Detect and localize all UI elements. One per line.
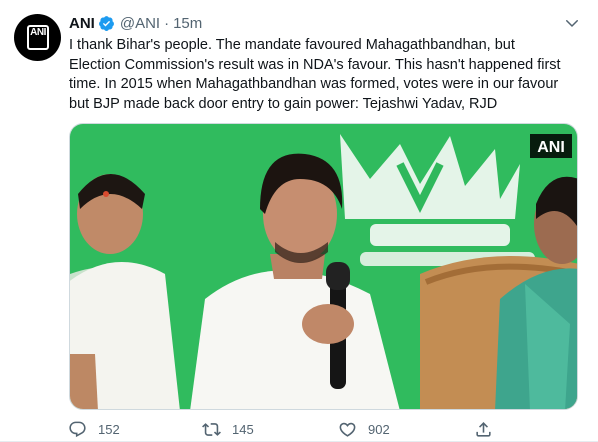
caret-down-icon[interactable] (563, 14, 581, 32)
retweet-button[interactable]: 145 (202, 420, 254, 439)
action-bar: 152 145 902 (60, 420, 580, 442)
like-count: 902 (368, 422, 390, 437)
author-handle[interactable]: @ANI (120, 15, 160, 32)
like-icon (339, 422, 356, 437)
author-name[interactable]: ANI (69, 15, 95, 32)
retweet-count: 145 (232, 422, 254, 437)
share-icon (476, 422, 491, 437)
tweet[interactable]: ANI ANI @ANI · 15m I thank Bihar's peopl… (0, 0, 598, 442)
avatar-logo-text: ANI (30, 27, 46, 38)
header-separator: · (164, 14, 170, 32)
tweet-text-line: I thank Bihar's people. The mandate favo… (69, 37, 515, 53)
tweet-text-line: time. In 2015 when Mahagathbandhan was f… (69, 76, 559, 92)
reply-button[interactable]: 152 (68, 420, 120, 439)
reply-icon (69, 421, 86, 438)
press-conference-photo: ANI (70, 124, 577, 409)
tweet-photo[interactable]: ANI (69, 123, 578, 410)
tweet-text-line: but BJP made back door entry to gain pow… (69, 95, 498, 112)
reply-count: 152 (98, 422, 120, 437)
media-watermark: ANI (537, 139, 565, 156)
share-button[interactable] (474, 420, 504, 439)
timestamp[interactable]: 15m (173, 15, 202, 32)
tweet-text: I thank Bihar's people. The mandate favo… (69, 36, 579, 114)
avatar[interactable]: ANI (14, 14, 61, 61)
tweet-text-line: Election Commission's result was in NDA'… (69, 56, 561, 73)
retweet-icon (202, 423, 221, 436)
tweet-header: ANI @ANI · 15m (69, 13, 202, 33)
verified-badge-icon (98, 15, 114, 31)
like-button[interactable]: 902 (338, 420, 390, 439)
